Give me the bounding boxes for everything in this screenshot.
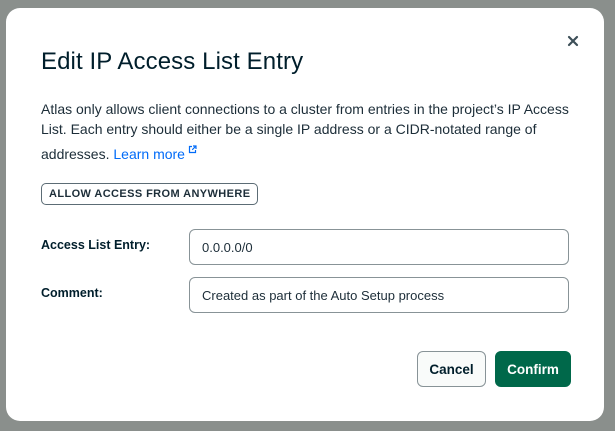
learn-more-label: Learn more: [113, 146, 185, 162]
access-list-entry-input[interactable]: [189, 229, 569, 265]
cancel-button[interactable]: Cancel: [417, 351, 486, 387]
access-list-entry-label: Access List Entry:: [41, 238, 151, 252]
comment-label: Comment:: [41, 286, 103, 300]
external-link-icon: [188, 139, 197, 154]
modal-title: Edit IP Access List Entry: [41, 48, 304, 75]
learn-more-link[interactable]: Learn more: [113, 145, 197, 162]
comment-input[interactable]: [189, 277, 569, 313]
confirm-button[interactable]: Confirm: [495, 351, 571, 387]
edit-ip-access-modal: Edit IP Access List Entry Atlas only all…: [6, 8, 604, 421]
modal-description: Atlas only allows client connections to …: [41, 99, 571, 164]
close-icon[interactable]: [565, 33, 581, 49]
allow-access-from-anywhere-button[interactable]: ALLOW ACCESS FROM ANYWHERE: [41, 183, 259, 205]
